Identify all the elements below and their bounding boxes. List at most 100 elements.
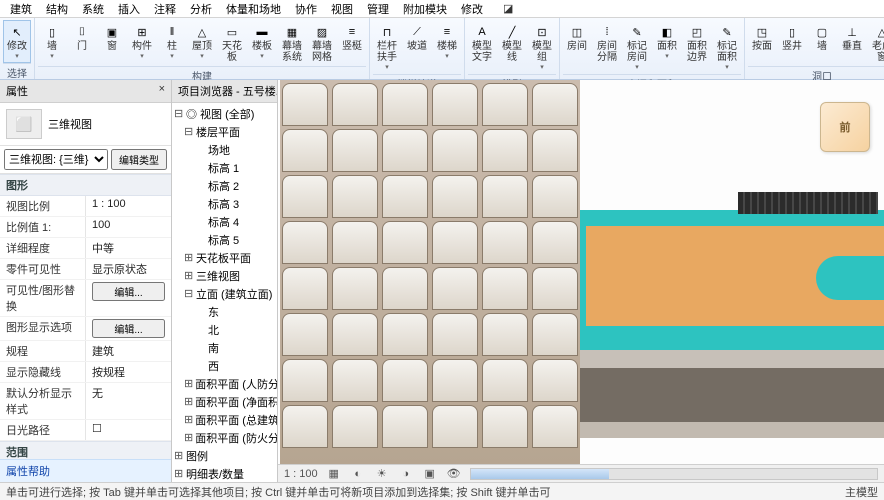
ribbon-button[interactable]: ✎标记房间▾ xyxy=(623,20,651,74)
ribbon-button[interactable]: ‖柱▾ xyxy=(158,20,186,66)
tree-twisty-icon[interactable]: ⊞ xyxy=(184,269,194,283)
ribbon-button[interactable]: ◧面积▾ xyxy=(653,20,681,74)
properties-help-link[interactable]: 属性帮助 xyxy=(0,459,171,482)
property-value[interactable]: 1 : 100 xyxy=(86,196,171,216)
tree-item[interactable]: 标高 1 xyxy=(174,159,275,177)
edit-type-button[interactable]: 编辑类型 xyxy=(111,149,167,170)
menu-item-manage[interactable]: 管理 xyxy=(361,0,395,19)
menu-item-arch[interactable]: 建筑 xyxy=(4,0,38,19)
quick-access-icon[interactable]: ◪ xyxy=(497,0,519,17)
ribbon-button[interactable]: ≡竖梃 xyxy=(338,20,366,66)
menu-item-collab[interactable]: 协作 xyxy=(289,0,323,19)
ribbon-button[interactable]: ⟋坡道 xyxy=(403,20,431,74)
tree-twisty-icon[interactable]: ⊟ xyxy=(184,125,194,139)
tree-item[interactable]: 标高 4 xyxy=(174,213,275,231)
tree-item[interactable]: 标高 5 xyxy=(174,231,275,249)
visual-style-icon[interactable]: ◐ xyxy=(350,466,366,482)
tree-item[interactable]: ⊞三维视图 xyxy=(174,267,275,285)
properties-grid[interactable]: 图形视图比例1 : 100比例值 1:100详细程度中等零件可见性显示原状态可见… xyxy=(0,174,171,459)
ribbon-button[interactable]: ⊓栏杆扶手▾ xyxy=(373,20,401,74)
ribbon-button[interactable]: ↖修改▾ xyxy=(3,20,31,63)
ribbon-button[interactable]: △屋顶▾ xyxy=(188,20,216,66)
tree-twisty-icon[interactable]: ⊞ xyxy=(184,377,193,391)
property-category[interactable]: 图形 xyxy=(0,174,171,196)
detail-level-icon[interactable]: ▦ xyxy=(326,466,342,482)
ribbon-button[interactable]: ▦幕墙系统 xyxy=(278,20,306,66)
tree-item[interactable]: 标高 2 xyxy=(174,177,275,195)
ribbon-button[interactable]: ≡楼梯▾ xyxy=(433,20,461,74)
tree-twisty-icon[interactable]: ⊞ xyxy=(174,467,184,481)
menu-item-annotate[interactable]: 注释 xyxy=(148,0,182,19)
tree-item[interactable]: ⊞面积平面 (人防分区面积) xyxy=(174,375,275,393)
ribbon-button[interactable]: ✎标记面积▾ xyxy=(713,20,741,74)
viewcube[interactable]: 前 xyxy=(820,102,870,152)
property-value[interactable]: 显示原状态 xyxy=(86,259,171,279)
ribbon-button[interactable]: ▭天花板 xyxy=(218,20,246,66)
tree-twisty-icon[interactable]: ⊟ xyxy=(184,287,194,301)
h-scroll-thumb[interactable] xyxy=(471,469,609,479)
ribbon-button[interactable]: ▬楼板▾ xyxy=(248,20,276,66)
worksets-filter[interactable]: 主模型 xyxy=(845,484,878,500)
ribbon-button[interactable]: ⁞房间分隔 xyxy=(593,20,621,74)
ribbon-button[interactable]: ▯竖井 xyxy=(778,20,806,66)
tree-twisty-icon[interactable]: ⊞ xyxy=(184,431,193,445)
ribbon-button[interactable]: ◰面积边界 xyxy=(683,20,711,74)
menu-item-analyze[interactable]: 分析 xyxy=(184,0,218,19)
property-value[interactable]: 100 xyxy=(86,217,171,237)
edit-button[interactable]: 编辑... xyxy=(92,319,165,338)
tree-item[interactable]: ⊞面积平面 (防火分区面积) xyxy=(174,429,275,447)
menu-item-system[interactable]: 系统 xyxy=(76,0,110,19)
ribbon-button[interactable]: ⊞构件▾ xyxy=(128,20,156,66)
property-value[interactable]: 按规程 xyxy=(86,362,171,382)
ribbon-button[interactable]: A模型文字 xyxy=(468,20,496,74)
menu-item-massing[interactable]: 体量和场地 xyxy=(220,0,287,19)
menu-item-modify[interactable]: 修改 xyxy=(455,0,489,19)
ribbon-button[interactable]: ╱模型线 xyxy=(498,20,526,74)
tree-item[interactable]: ⊟立面 (建筑立面) xyxy=(174,285,275,303)
tree-twisty-icon[interactable]: ⊟ xyxy=(174,107,184,121)
sun-path-icon[interactable]: ☀ xyxy=(374,466,390,482)
tree-item[interactable]: 西 xyxy=(174,357,275,375)
ribbon-button[interactable]: ◳按面 xyxy=(748,20,776,66)
tree-twisty-icon[interactable]: ⊞ xyxy=(184,251,194,265)
tree-item[interactable]: ⊞图例 xyxy=(174,447,275,465)
tree-item[interactable]: 南 xyxy=(174,339,275,357)
tree-item[interactable]: 东 xyxy=(174,303,275,321)
ribbon-button[interactable]: ⊥垂直 xyxy=(838,20,866,66)
tree-twisty-icon[interactable]: ⊞ xyxy=(184,395,193,409)
tree-item[interactable]: ⊞面积平面 (总建筑面积) xyxy=(174,411,275,429)
tree-twisty-icon[interactable]: ⊞ xyxy=(174,449,184,463)
tree-twisty-icon[interactable]: ⊞ xyxy=(184,413,193,427)
tree-item[interactable]: ⊞面积平面 (净面积) xyxy=(174,393,275,411)
edit-button[interactable]: 编辑... xyxy=(92,282,165,301)
ribbon-button[interactable]: ▣窗 xyxy=(98,20,126,66)
property-value[interactable]: ☐ xyxy=(86,420,171,440)
crop-icon[interactable]: ▣ xyxy=(422,466,438,482)
h-scrollbar[interactable] xyxy=(470,468,878,480)
property-value[interactable]: 建筑 xyxy=(86,341,171,361)
close-icon[interactable]: × xyxy=(159,83,165,99)
project-tree[interactable]: ⊟◎ 视图 (全部)⊟楼层平面场地标高 1标高 2标高 3标高 4标高 5⊞天花… xyxy=(172,103,277,482)
tree-item[interactable]: 北 xyxy=(174,321,275,339)
menu-item-addins[interactable]: 附加模块 xyxy=(397,0,453,19)
shadows-icon[interactable]: ◑ xyxy=(398,466,414,482)
property-value[interactable]: 中等 xyxy=(86,238,171,258)
menu-item-view[interactable]: 视图 xyxy=(325,0,359,19)
scale-label[interactable]: 1 : 100 xyxy=(284,468,318,480)
ribbon-button[interactable]: ▢墙 xyxy=(808,20,836,66)
ribbon-button[interactable]: △老虎窗 xyxy=(868,20,884,66)
ribbon-button[interactable]: ▯墙▾ xyxy=(38,20,66,66)
tree-item[interactable]: ⊞明细表/数量 xyxy=(174,465,275,482)
tree-item[interactable]: ⊞天花板平面 xyxy=(174,249,275,267)
ribbon-button[interactable]: ⊡模型组▾ xyxy=(528,20,556,74)
ribbon-button[interactable]: ▨幕墙网格 xyxy=(308,20,336,66)
menu-item-struct[interactable]: 结构 xyxy=(40,0,74,19)
ribbon-button[interactable]: ◫房间 xyxy=(563,20,591,74)
type-selector[interactable]: 三维视图: {三维} xyxy=(4,149,108,170)
tree-item[interactable]: 场地 xyxy=(174,141,275,159)
tree-item[interactable]: ⊟◎ 视图 (全部) xyxy=(174,105,275,123)
menu-item-insert[interactable]: 插入 xyxy=(112,0,146,19)
property-value[interactable]: 编辑... xyxy=(86,280,171,316)
type-preview[interactable]: ⬜ 三维视图 xyxy=(0,103,171,146)
tree-item[interactable]: 标高 3 xyxy=(174,195,275,213)
